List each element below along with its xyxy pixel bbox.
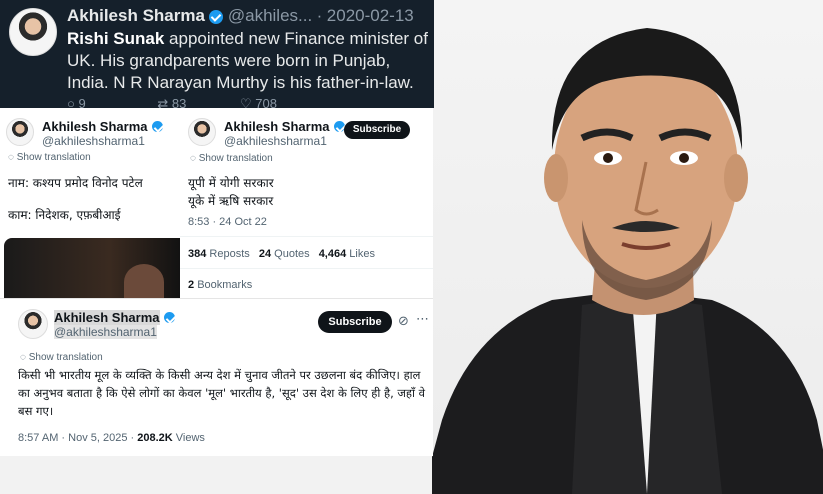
author-handle[interactable]: @akhileshsharma1 — [42, 134, 145, 148]
tweet-text: Rishi Sunak appointed new Finance minist… — [67, 28, 429, 94]
grok-icon[interactable]: ⊘ — [398, 313, 409, 329]
tweet-card-dark[interactable]: Akhilesh Sharma @akhiles... · 2020-02-13… — [0, 0, 434, 108]
divider — [180, 268, 433, 269]
tweet-timestamp[interactable]: 8:57 AM · Nov 5, 2025 · — [18, 432, 134, 444]
quotes-label[interactable]: Quotes — [274, 248, 309, 260]
like-count: 708 — [255, 96, 277, 108]
translate-icon: ◌ — [20, 352, 26, 363]
quotes-count[interactable]: 24 — [259, 248, 271, 260]
tweet-media-image[interactable] — [4, 238, 180, 300]
date-separator: · — [316, 6, 323, 25]
tweet-card-right[interactable]: Akhilesh Sharma @akhileshsharma1 Subscri… — [180, 108, 433, 300]
show-translation-link[interactable]: ◌ Show translation — [190, 153, 273, 164]
translate-icon: ◌ — [8, 152, 14, 163]
tweet-line-1: यूपी में योगी सरकार — [188, 176, 274, 190]
tweet-meta: 8:57 AM · Nov 5, 2025 · 208.2K Views — [18, 432, 205, 444]
tweet-date[interactable]: 2020-02-13 — [327, 6, 414, 25]
portrait-photo — [432, 0, 823, 494]
reposts-count[interactable]: 384 — [188, 248, 206, 260]
divider — [180, 236, 433, 237]
verified-badge-icon — [163, 312, 175, 324]
avatar[interactable] — [188, 118, 216, 146]
bookmarks-stat[interactable]: 2 Bookmarks — [188, 279, 252, 291]
likes-count[interactable]: 4,464 — [319, 248, 347, 260]
views-count: 208.2K — [137, 432, 173, 444]
verified-badge-icon — [209, 9, 224, 24]
author-name[interactable]: Akhilesh Sharma — [67, 6, 205, 25]
more-options-icon[interactable]: ⋯ — [416, 311, 429, 327]
like-icon[interactable]: ♡ — [240, 96, 252, 108]
action-bar: ○ 9 ⇄ 83 ♡ 708 — [67, 96, 277, 108]
tweet-text-bold: Rishi Sunak — [67, 29, 165, 48]
subscribe-button[interactable]: Subscribe — [318, 311, 392, 333]
author-name[interactable]: Akhilesh Sharma — [54, 310, 160, 325]
tweet-line-1: नाम: कश्यप प्रमोद विनोद पटेल — [8, 176, 143, 190]
author-name[interactable]: Akhilesh Sharma — [42, 119, 148, 134]
show-translation-link[interactable]: ◌ Show translation — [8, 152, 91, 163]
man-portrait-illustration — [432, 28, 823, 494]
reposts-label[interactable]: Reposts — [209, 248, 249, 260]
bookmarks-label: Bookmarks — [197, 279, 253, 291]
bookmarks-count: 2 — [188, 279, 195, 291]
retweet-count: 83 — [171, 96, 187, 108]
subscribe-button[interactable]: Subscribe — [344, 121, 410, 139]
media-person-figure — [124, 264, 164, 300]
views-label: Views — [175, 432, 205, 444]
author-name[interactable]: Akhilesh Sharma — [224, 119, 330, 134]
tweet-card-left[interactable]: Akhilesh Sharma @akhileshsharma1 ◌ Show … — [0, 108, 180, 300]
show-translation-link[interactable]: ◌ Show translation — [20, 352, 103, 363]
avatar[interactable] — [6, 118, 34, 146]
tweet-line-2: काम: निदेशक, एफ़बीआई — [8, 208, 121, 222]
reply-icon[interactable]: ○ — [67, 96, 75, 108]
reply-count: 9 — [78, 96, 86, 108]
engagement-stats: 384 Reposts 24 Quotes 4,464 Likes — [188, 248, 375, 260]
tweet-text: किसी भी भारतीय मूल के व्यक्ति के किसी अन… — [18, 368, 426, 418]
translate-icon: ◌ — [190, 153, 196, 164]
avatar[interactable] — [9, 8, 57, 56]
tweet-card-bottom[interactable]: Akhilesh Sharma @akhileshsharma1 Subscri… — [0, 298, 433, 456]
verified-badge-icon — [151, 121, 163, 133]
tweet-line-2: यूके में ऋषि सरकार — [188, 194, 274, 208]
author-handle[interactable]: @akhileshsharma1 — [224, 134, 327, 148]
avatar[interactable] — [18, 309, 48, 339]
author-handle[interactable]: @akhiles... — [228, 6, 312, 25]
retweet-icon[interactable]: ⇄ — [157, 96, 168, 108]
tweet-timestamp[interactable]: 8:53 · 24 Oct 22 — [188, 216, 267, 228]
likes-label[interactable]: Likes — [349, 248, 375, 260]
author-handle[interactable]: @akhileshsharma1 — [54, 325, 157, 339]
